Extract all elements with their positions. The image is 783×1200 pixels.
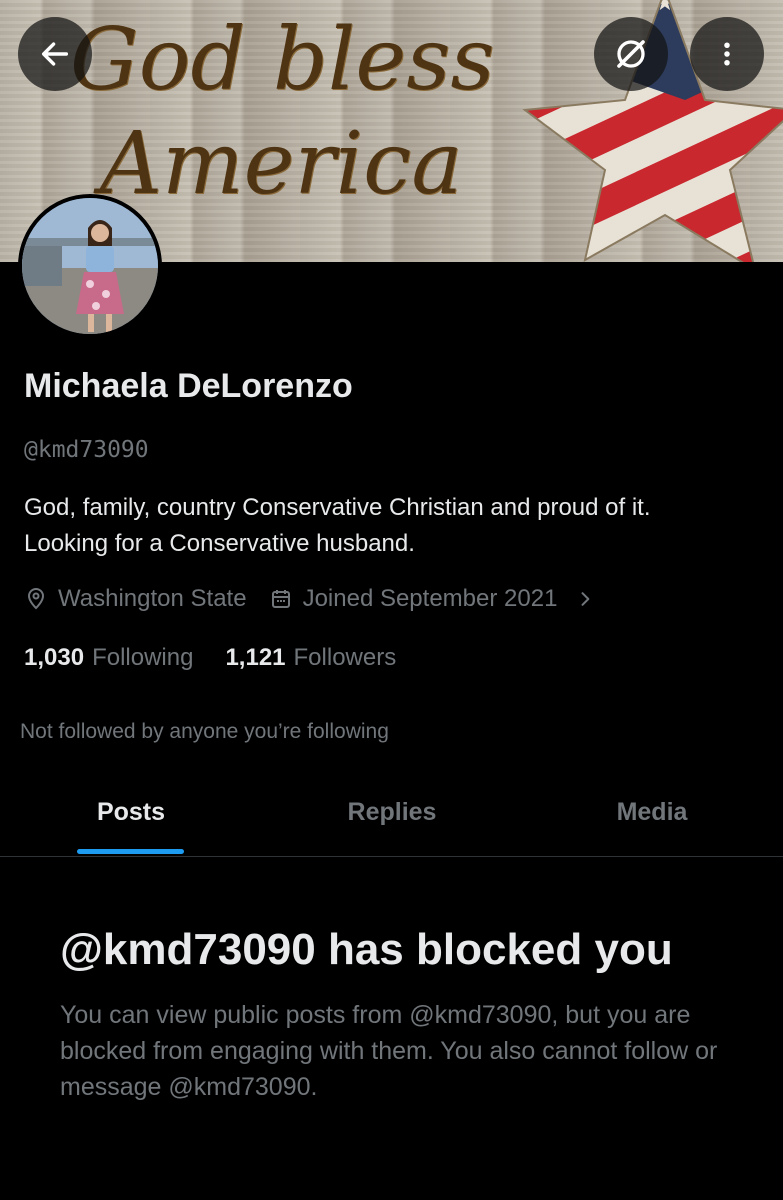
tab-media[interactable]: Media — [596, 798, 708, 827]
avatar-photo — [22, 198, 158, 334]
user-handle: @kmd73090 — [24, 437, 149, 463]
following-link[interactable]: 1,030 Following — [24, 644, 193, 672]
followers-label: Followers — [293, 644, 397, 671]
location-text: Washington State — [58, 585, 247, 612]
location-pin-icon — [27, 588, 45, 610]
blocked-description: You can view public posts from @kmd73090… — [60, 1001, 718, 1101]
arrow-left-icon — [41, 42, 69, 66]
profile-tabs: Posts Replies Media — [0, 780, 783, 857]
more-vertical-icon — [724, 42, 730, 66]
more-options-button[interactable] — [690, 17, 764, 91]
blocked-title: @kmd73090 has blocked you — [60, 925, 673, 974]
banner-lettering: God bless America — [70, 8, 495, 216]
bio-line-2: Looking for a Conservative husband. — [24, 530, 415, 557]
back-button[interactable] — [18, 17, 92, 91]
followers-count: 1,121 — [225, 644, 286, 671]
follow-counts: 1,030 Following 1,121 Followers — [24, 644, 396, 672]
svg-text:★: ★ — [765, 0, 783, 10]
joined-date: Joined September 2021 — [302, 585, 558, 612]
grok-button[interactable] — [594, 17, 668, 91]
following-count: 1,030 — [24, 644, 85, 671]
tab-replies[interactable]: Replies — [330, 798, 454, 827]
profile-meta: Washington State Joined September 2021 — [24, 585, 605, 613]
active-tab-indicator — [77, 849, 184, 854]
followers-link[interactable]: 1,121 Followers — [225, 644, 396, 672]
tab-posts[interactable]: Posts — [74, 798, 188, 827]
not-followed-notice: Not followed by anyone you’re following — [20, 720, 389, 743]
bio-line-1: God, family, country Conservative Christ… — [24, 494, 651, 521]
bio: God, family, country Conservative Christ… — [24, 490, 774, 562]
svg-text:★: ★ — [550, 0, 570, 20]
chevron-right-icon[interactable] — [575, 589, 595, 609]
following-label: Following — [92, 644, 194, 671]
calendar-icon — [271, 590, 290, 608]
banner-line-2: America — [100, 114, 463, 214]
grok-slash-icon — [617, 40, 645, 68]
avatar[interactable] — [18, 194, 162, 338]
banner-line-1: God bless — [70, 10, 495, 110]
display-name: Michaela DeLorenzo — [24, 367, 353, 405]
